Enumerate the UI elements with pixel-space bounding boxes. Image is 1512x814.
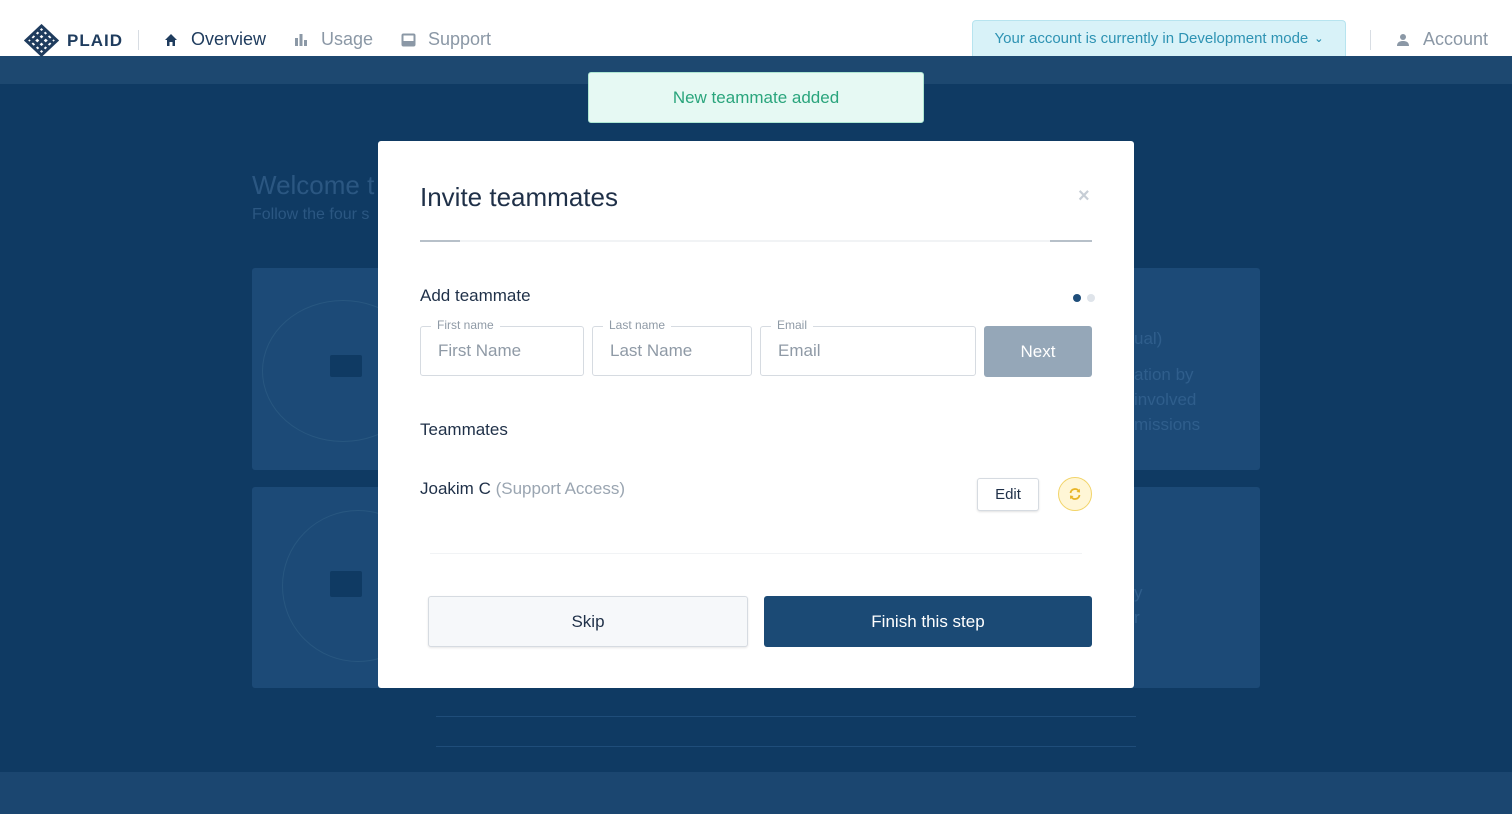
development-mode-text: Your account is currently in Development… (994, 30, 1309, 47)
nav-overview-label: Overview (191, 29, 267, 49)
inbox-icon (400, 32, 416, 48)
nav-account-label: Account (1423, 29, 1489, 49)
bar-chart-icon (293, 32, 309, 48)
chevron-down-icon: ⌄ (1314, 33, 1324, 45)
modal-footer-divider (430, 553, 1082, 554)
divider-line (436, 716, 1136, 717)
modal-header-divider (420, 240, 1092, 242)
card-text-obscured: ual) (1134, 329, 1163, 348)
next-button[interactable]: Next (984, 326, 1092, 377)
modal-title: Invite teammates (420, 182, 618, 212)
add-teammate-heading: Add teammate (420, 286, 531, 305)
success-toast: New teammate added (588, 72, 924, 123)
welcome-subtitle-obscured: Follow the four s (252, 206, 370, 223)
teammate-access: (Support Access) (495, 479, 626, 498)
email-input[interactable] (761, 327, 975, 375)
nav-support-label: Support (428, 29, 492, 49)
teammates-heading: Teammates (420, 420, 508, 439)
edit-teammate-button[interactable]: Edit (977, 478, 1039, 511)
user-icon (1395, 32, 1411, 48)
toast-message: New teammate added (672, 87, 840, 107)
finish-step-button[interactable]: Finish this step (764, 596, 1092, 647)
email-field[interactable]: Email (760, 318, 976, 376)
home-icon (163, 32, 179, 48)
card-text-obscured: ation by (1134, 365, 1194, 384)
brand-name: PLAID (67, 30, 123, 50)
divider-line (436, 746, 1136, 747)
refresh-icon (1069, 488, 1081, 500)
step-dot-active (1073, 294, 1081, 302)
step-dot-inactive (1087, 294, 1095, 302)
last-name-field[interactable]: Last name (592, 318, 752, 376)
nav-support[interactable]: Support (400, 29, 491, 50)
first-name-field[interactable]: First name (420, 318, 584, 376)
card-text-obscured: y (1134, 583, 1143, 602)
skip-button[interactable]: Skip (428, 596, 748, 647)
nav-usage[interactable]: Usage (293, 29, 373, 50)
teammate-row: Joakim C (Support Access) (420, 479, 625, 499)
plaid-logo[interactable]: PLAID (24, 24, 123, 57)
page-footer (0, 772, 1512, 814)
card-text-obscured: missions (1134, 415, 1201, 434)
nav-account[interactable]: Account (1395, 29, 1488, 50)
resend-invite-button[interactable] (1058, 477, 1092, 511)
nav-overview[interactable]: Overview (163, 29, 266, 50)
last-name-input[interactable] (593, 327, 751, 375)
nav-usage-label: Usage (321, 29, 374, 49)
card-text-obscured: r (1134, 608, 1140, 627)
first-name-input[interactable] (421, 327, 583, 375)
card-illustration-icon (330, 355, 362, 377)
card-text-obscured: involved (1134, 390, 1197, 409)
development-mode-banner[interactable]: Your account is currently in Development… (972, 20, 1346, 56)
top-navigation: PLAID Overview Usage Support Your accoun… (0, 0, 1512, 57)
invite-teammates-modal: Invite teammates × Add teammate First na… (378, 141, 1134, 688)
welcome-title-obscured: Welcome t (252, 170, 375, 200)
plaid-logo-icon (24, 24, 59, 57)
teammate-name: Joakim C (420, 479, 491, 498)
nav-divider (138, 30, 139, 50)
nav-divider (1370, 30, 1371, 50)
close-icon[interactable]: × (1078, 185, 1090, 208)
step-indicator (1067, 294, 1095, 302)
card-illustration-icon (330, 571, 362, 597)
